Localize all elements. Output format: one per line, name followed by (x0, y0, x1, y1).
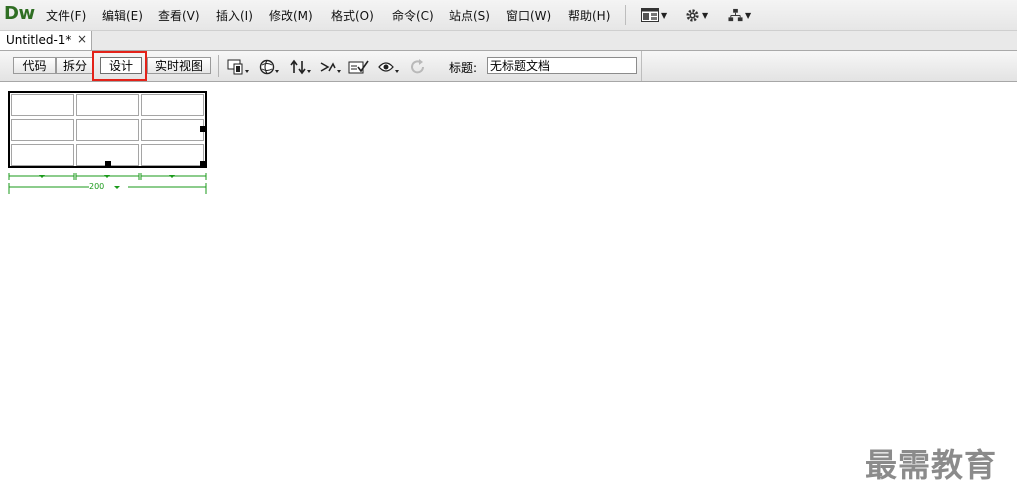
visual-aids-icon[interactable] (378, 59, 402, 75)
close-icon[interactable]: × (77, 32, 87, 46)
menu-separator (625, 5, 626, 25)
menu-modify[interactable]: 修改(M) (269, 7, 313, 24)
chevron-down-icon: ▼ (745, 10, 752, 20)
menu-view[interactable]: 查看(V) (158, 7, 200, 24)
preview-in-browser-icon[interactable] (259, 59, 283, 75)
menu-help[interactable]: 帮助(H) (568, 7, 610, 24)
menu-insert[interactable]: 插入(I) (216, 7, 253, 24)
document-tab-strip: Untitled-1* × (0, 31, 1017, 51)
table-width-label: 200 (89, 182, 105, 191)
menu-format[interactable]: 格式(O) (331, 7, 374, 24)
table-cell[interactable] (141, 119, 204, 141)
layout-icon[interactable]: ▼ (641, 7, 667, 23)
table-cell[interactable] (141, 94, 204, 116)
w3c-validation-icon[interactable] (320, 59, 344, 75)
menu-site[interactable]: 站点(S) (449, 7, 490, 24)
check-browser-icon[interactable] (348, 59, 372, 75)
document-toolbar: 代码 拆分 设计 实时视图 标题: 无标题文档 (0, 51, 1017, 82)
toolbar-separator (641, 51, 642, 81)
site-icon[interactable]: ▼ (728, 7, 751, 23)
chevron-down-icon: ▼ (661, 10, 668, 20)
multiscreen-icon[interactable] (227, 59, 251, 75)
resize-handle-corner[interactable] (200, 161, 206, 167)
layout-table[interactable] (8, 91, 207, 168)
file-management-icon[interactable] (290, 59, 314, 75)
resize-handle-right[interactable] (200, 126, 206, 132)
code-view-button[interactable]: 代码 (13, 57, 56, 74)
design-canvas[interactable]: 200 最需教育 (0, 82, 1017, 499)
design-button-highlight (92, 51, 147, 81)
title-input[interactable] (487, 57, 637, 74)
app-logo: Dw (4, 3, 35, 24)
watermark: 最需教育 (865, 446, 998, 484)
title-label: 标题: (449, 61, 478, 75)
table-cell[interactable] (11, 94, 74, 116)
menu-file[interactable]: 文件(F) (46, 7, 86, 24)
live-view-button[interactable]: 实时视图 (147, 57, 211, 74)
refresh-icon[interactable] (410, 59, 434, 75)
menu-window[interactable]: 窗口(W) (506, 7, 551, 24)
menu-edit[interactable]: 编辑(E) (102, 7, 143, 24)
table-cell[interactable] (11, 119, 74, 141)
toolbar-separator (218, 55, 219, 77)
document-tab-label: Untitled-1* (6, 33, 72, 47)
menu-commands[interactable]: 命令(C) (392, 7, 434, 24)
table-cell[interactable] (141, 144, 204, 166)
table-cell[interactable] (76, 119, 139, 141)
resize-handle-bottom[interactable] (105, 161, 111, 167)
table-width-indicator (8, 173, 207, 194)
split-view-button[interactable]: 拆分 (56, 57, 94, 74)
table-cell[interactable] (76, 94, 139, 116)
chevron-down-icon: ▼ (702, 10, 709, 20)
menu-bar: Dw 文件(F) 编辑(E) 查看(V) 插入(I) 修改(M) 格式(O) 命… (0, 0, 1017, 31)
document-tab[interactable]: Untitled-1* × (0, 31, 92, 50)
table-cell[interactable] (11, 144, 74, 166)
gear-icon[interactable]: ▼ (685, 7, 708, 23)
